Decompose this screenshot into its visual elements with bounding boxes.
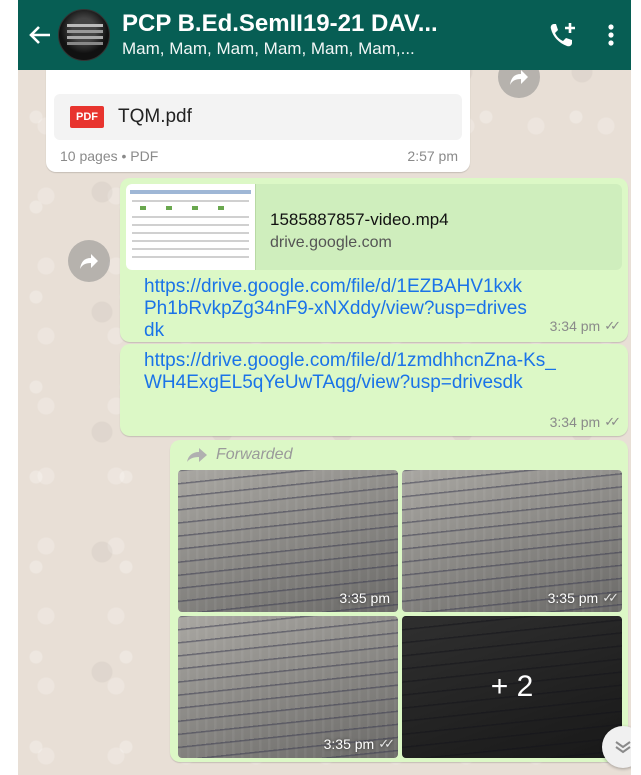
add-call-icon[interactable]	[535, 0, 591, 70]
forward-button[interactable]	[68, 240, 110, 282]
forwarded-icon	[187, 448, 207, 462]
pdf-file-name: TQM.pdf	[118, 106, 192, 127]
message-time: 3:34 pm	[549, 414, 601, 430]
chat-title: PCP B.Ed.SemII19-21 DAV...	[122, 10, 438, 37]
link-preview-title: 1585887857-video.mp4	[270, 210, 449, 229]
forward-arrow-icon	[510, 70, 528, 85]
read-receipt-icon: ✓✓	[602, 590, 619, 605]
read-receipt-icon: ✓✓	[604, 414, 621, 429]
read-receipt-icon: ✓✓	[604, 318, 621, 333]
pdf-meta: 10 pages • PDF	[60, 148, 159, 164]
chat-title-area[interactable]: PCP B.Ed.SemII19-21 DAV... Mam, Mam, Mam…	[122, 10, 535, 60]
pdf-file-icon: PDF	[70, 106, 104, 128]
link-preview-thumbnail	[126, 184, 256, 270]
link-preview-domain: drive.google.com	[270, 234, 392, 251]
link-message: 1585887857-video.mp4 drive.google.com ht…	[120, 178, 628, 342]
photo-time: 3:35 pm ✓✓	[323, 736, 395, 752]
scroll-to-bottom-button[interactable]	[602, 726, 631, 768]
chat-header: PCP B.Ed.SemII19-21 DAV... Mam, Mam, Mam…	[18, 0, 631, 70]
chat-participants: Mam, Mam, Mam, Mam, Mam, Mam,...	[122, 39, 415, 58]
message-time: 3:34 pm	[549, 318, 601, 334]
message-status: 3:34 pm ✓✓	[549, 414, 621, 430]
message-status: 3:34 pm ✓✓	[549, 318, 621, 334]
more-photos-count: + 2	[402, 616, 622, 758]
pdf-attachment[interactable]: PDF TQM.pdf	[54, 94, 462, 140]
group-avatar[interactable]	[58, 9, 110, 61]
photo-time: 3:35 pm ✓✓	[547, 590, 619, 606]
photo-thumbnail[interactable]: 3:35 pm ✓✓	[178, 616, 398, 758]
message-time: 2:57 pm	[407, 148, 458, 164]
back-arrow-icon[interactable]	[22, 0, 58, 70]
forward-arrow-icon	[80, 254, 98, 269]
drive-link[interactable]: https://drive.google.com/file/d/1EZBAHV1…	[144, 276, 534, 342]
link-preview-card[interactable]: 1585887857-video.mp4 drive.google.com	[126, 184, 622, 270]
link-message: https://drive.google.com/file/d/1zmdhhcn…	[120, 344, 628, 436]
forwarded-label: Forwarded	[186, 446, 292, 464]
photo-album-message: Forwarded 3:35 pm 3:35 pm ✓✓ 3:35 pm ✓✓ …	[170, 440, 628, 762]
photo-time: 3:35 pm	[339, 590, 390, 606]
double-chevron-down-icon	[615, 741, 631, 754]
pdf-message[interactable]: PDF TQM.pdf 10 pages • PDF 2:57 pm	[46, 60, 470, 172]
more-options-icon[interactable]	[591, 0, 631, 70]
drive-link[interactable]: https://drive.google.com/file/d/1zmdhhcn…	[144, 350, 564, 394]
chat-screen: PDF TQM.pdf 10 pages • PDF 2:57 pm 15858…	[0, 0, 641, 775]
photo-thumbnail[interactable]: 3:35 pm ✓✓	[402, 470, 622, 612]
more-photos-thumbnail[interactable]: + 2	[402, 616, 622, 758]
read-receipt-icon: ✓✓	[378, 736, 395, 751]
photo-thumbnail[interactable]: 3:35 pm	[178, 470, 398, 612]
